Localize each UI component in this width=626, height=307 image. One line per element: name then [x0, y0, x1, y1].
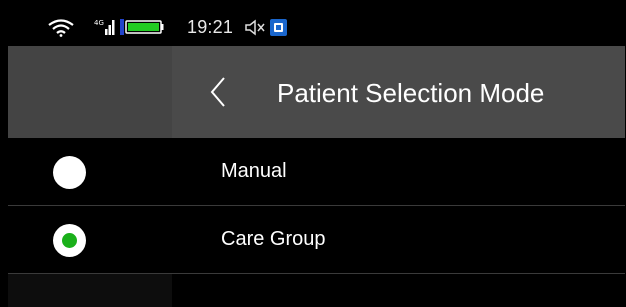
- bottom-left-panel: [8, 274, 172, 307]
- header-bar: Patient Selection Mode: [8, 46, 625, 138]
- radio-manual[interactable]: [53, 156, 86, 189]
- status-time: 19:21: [187, 17, 234, 37]
- wifi-icon: [48, 19, 74, 37]
- app-icon: [270, 19, 287, 36]
- settings-screen: 4G 19:21 Patient Selection Mode Manual C…: [8, 8, 625, 307]
- mute-icon: [245, 19, 265, 36]
- status-bar: 4G 19:21: [8, 8, 625, 46]
- chevron-left-icon[interactable]: [204, 70, 234, 114]
- option-label: Manual: [221, 160, 287, 182]
- header-left-panel: [8, 46, 172, 138]
- option-label: Care Group: [221, 228, 326, 250]
- status-bar-left: 4G: [8, 8, 172, 46]
- signal-icon: 4G: [94, 19, 115, 35]
- svg-text:4G: 4G: [94, 19, 104, 27]
- list-empty-area: [8, 274, 625, 307]
- page-title: Patient Selection Mode: [277, 78, 545, 108]
- option-care-group[interactable]: Care Group: [8, 206, 625, 273]
- option-manual[interactable]: Manual: [8, 138, 625, 205]
- battery-icon: [120, 19, 164, 35]
- radio-care-group[interactable]: [53, 224, 86, 257]
- radio-selected-dot: [62, 233, 77, 248]
